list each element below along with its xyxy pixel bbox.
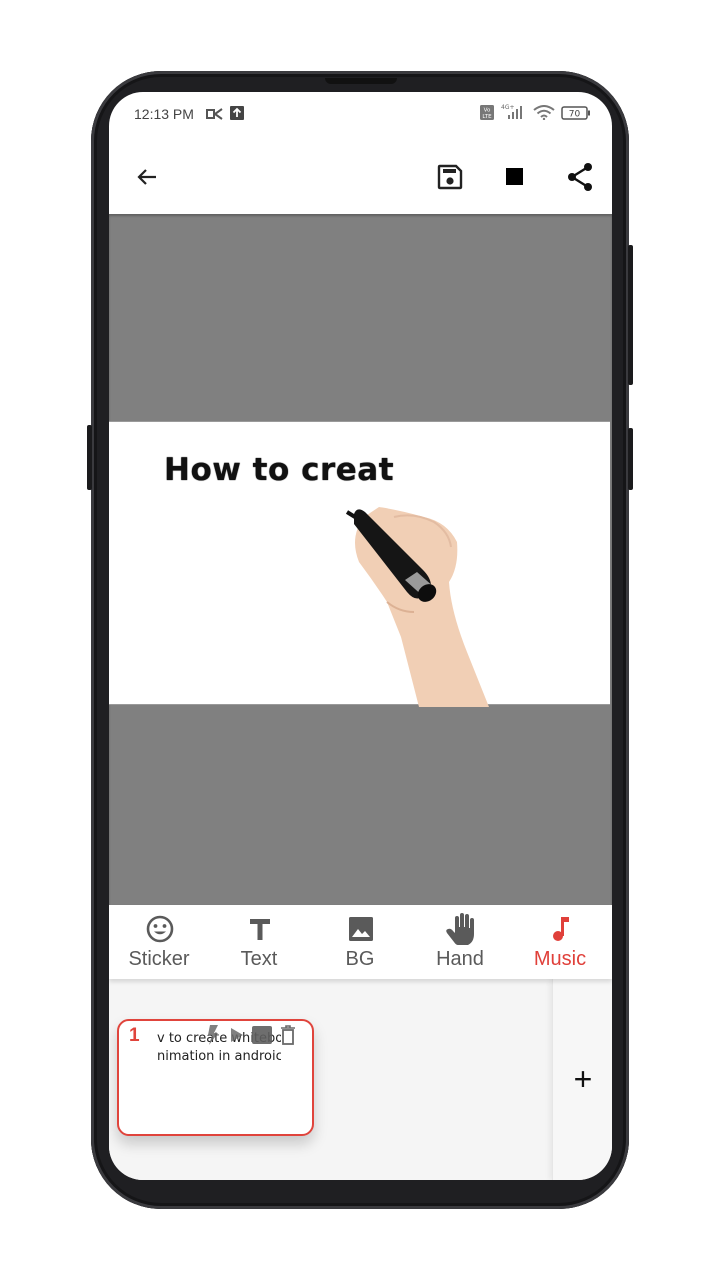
floppy-disk-icon	[437, 164, 463, 190]
svg-text:Vo: Vo	[484, 108, 491, 114]
trash-icon[interactable]	[278, 1024, 298, 1046]
arrow-left-icon	[137, 169, 156, 185]
tab-sticker[interactable]: Sticker	[109, 905, 209, 979]
transition-icon[interactable]	[203, 1024, 223, 1046]
tab-label: BG	[345, 948, 375, 970]
svg-text:LTE: LTE	[482, 114, 492, 120]
svg-text:70: 70	[569, 110, 581, 120]
upload-icon	[230, 106, 244, 125]
battery-icon: 70	[561, 106, 591, 125]
svg-text:4G+: 4G+	[501, 104, 515, 111]
phone-speaker	[325, 78, 397, 84]
scene-number: 1	[129, 1025, 140, 1046]
add-scene-button[interactable]: +	[567, 1063, 599, 1095]
phone-side-button	[87, 425, 92, 490]
wifi-icon	[533, 105, 555, 125]
app-screen: 12:13 PM Vo LTE 4G+ 70 How to creat Stic…	[109, 92, 612, 1180]
whiteboard-canvas[interactable]: How to creat	[109, 421, 610, 707]
back-button[interactable]	[130, 160, 164, 194]
share-button[interactable]	[563, 160, 597, 194]
tab-text[interactable]: Text	[209, 905, 309, 979]
tab-music[interactable]: Music	[510, 905, 610, 979]
image-icon	[345, 913, 377, 945]
scene-card[interactable]: 1 v to create whitebo nimation in androi…	[117, 1019, 314, 1136]
preview-area: How to creat 00:00 00:03	[109, 214, 612, 997]
volte-icon: Vo LTE	[480, 105, 494, 125]
status-time: 12:13 PM	[134, 106, 194, 122]
save-button[interactable]	[433, 160, 467, 194]
phone-volume-button	[628, 245, 633, 385]
tab-label: Hand	[436, 948, 484, 970]
stop-button[interactable]	[498, 160, 532, 194]
hand-icon	[445, 913, 477, 945]
notification-media-icon	[206, 107, 223, 125]
tab-label: Music	[533, 948, 587, 970]
phone-power-button	[628, 428, 633, 490]
thumbnail-icon[interactable]	[252, 1024, 272, 1046]
scene-timeline: 1 v to create whitebo nimation in androi…	[109, 979, 552, 1180]
hand-with-marker-icon	[345, 507, 489, 707]
play-icon[interactable]	[227, 1024, 247, 1046]
tab-bg[interactable]: BG	[310, 905, 410, 979]
smiley-icon	[144, 913, 176, 945]
status-bar: 12:13 PM Vo LTE 4G+ 70	[109, 92, 612, 138]
tab-hand[interactable]: Hand	[410, 905, 510, 979]
tab-label: Text	[240, 948, 278, 970]
stop-square-icon	[506, 168, 523, 185]
top-toolbar	[109, 138, 612, 214]
share-icon	[568, 163, 592, 191]
music-note-icon	[545, 913, 577, 945]
add-scene-panel: +	[552, 979, 612, 1180]
text-t-icon	[244, 913, 276, 945]
editor-tabs: Sticker Text BG Hand Music	[109, 905, 612, 979]
tab-label: Sticker	[128, 948, 190, 970]
cell-signal-4g-icon: 4G+	[500, 103, 526, 125]
